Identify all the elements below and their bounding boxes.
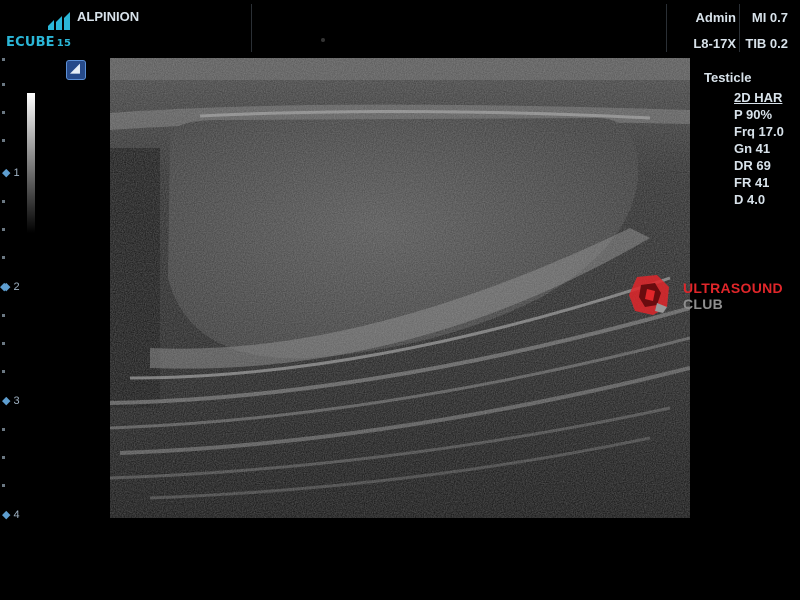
scale-tick bbox=[2, 428, 5, 431]
scale-tick bbox=[2, 200, 5, 203]
scale-tick bbox=[2, 139, 5, 142]
scale-tick bbox=[2, 484, 5, 487]
preset-label: Testicle bbox=[704, 70, 752, 85]
scale-tick bbox=[2, 342, 5, 345]
scale-tick bbox=[2, 111, 5, 114]
ultrasound-image bbox=[110, 58, 690, 518]
user-label: Admin bbox=[695, 10, 736, 25]
depth-scale: ◆ 1 ◆ ◆ 2 ◆ 3 ◆ 4 bbox=[0, 58, 70, 530]
ultrasound-render bbox=[110, 58, 690, 518]
divider bbox=[251, 4, 252, 52]
ultrasound-club-watermark: ULTRASOUND CLUB bbox=[627, 270, 797, 320]
indicator-dot bbox=[321, 38, 325, 42]
tib-readout: TIB 0.2 bbox=[745, 36, 788, 51]
scale-tick bbox=[2, 228, 5, 231]
mode-label[interactable]: 2D HAR bbox=[734, 89, 796, 106]
parameter-panel: Testicle 2D HAR P 90% Frq 17.0 Gn 41 DR … bbox=[704, 70, 796, 208]
scale-tick bbox=[2, 314, 5, 317]
watermark-line2: CLUB bbox=[683, 296, 724, 312]
gain-readout: Gn 41 bbox=[734, 141, 771, 156]
depth-readout: D 4.0 bbox=[734, 192, 766, 207]
grayscale-bar bbox=[27, 93, 35, 233]
depth-label-3: ◆ 3 bbox=[2, 395, 20, 407]
brand-name: ALPINION bbox=[77, 9, 140, 24]
depth-label-2: ◆ 2 bbox=[2, 281, 20, 293]
scale-tick bbox=[2, 83, 5, 86]
divider bbox=[666, 4, 667, 52]
scale-tick bbox=[2, 456, 5, 459]
mi-readout: MI 0.7 bbox=[751, 10, 788, 25]
depth-label-1: ◆ 1 bbox=[2, 167, 20, 179]
probe-orientation-icon[interactable]: ◢ bbox=[66, 60, 86, 80]
divider bbox=[739, 4, 740, 52]
dynamic-range-readout: DR 69 bbox=[734, 158, 771, 173]
logo-mark-icon bbox=[48, 12, 70, 30]
frame-rate-readout: FR 41 bbox=[734, 175, 770, 190]
scale-tick bbox=[2, 256, 5, 259]
scale-tick bbox=[2, 58, 5, 61]
watermark-line1: ULTRASOUND bbox=[683, 280, 783, 296]
power-readout: P 90% bbox=[734, 107, 773, 122]
probe-label: L8-17X bbox=[693, 36, 736, 51]
frequency-readout: Frq 17.0 bbox=[734, 124, 784, 139]
top-bar: ECUBE 15 ALPINION Admin MI 0.7 L8-17X TIB… bbox=[0, 0, 800, 57]
logo-text: ECUBE 15 bbox=[6, 35, 72, 50]
watermark-logo-icon bbox=[629, 275, 669, 315]
scale-tick bbox=[2, 370, 5, 373]
ecube-logo: ECUBE 15 bbox=[6, 6, 76, 52]
depth-label-4: ◆ 4 bbox=[2, 509, 20, 521]
